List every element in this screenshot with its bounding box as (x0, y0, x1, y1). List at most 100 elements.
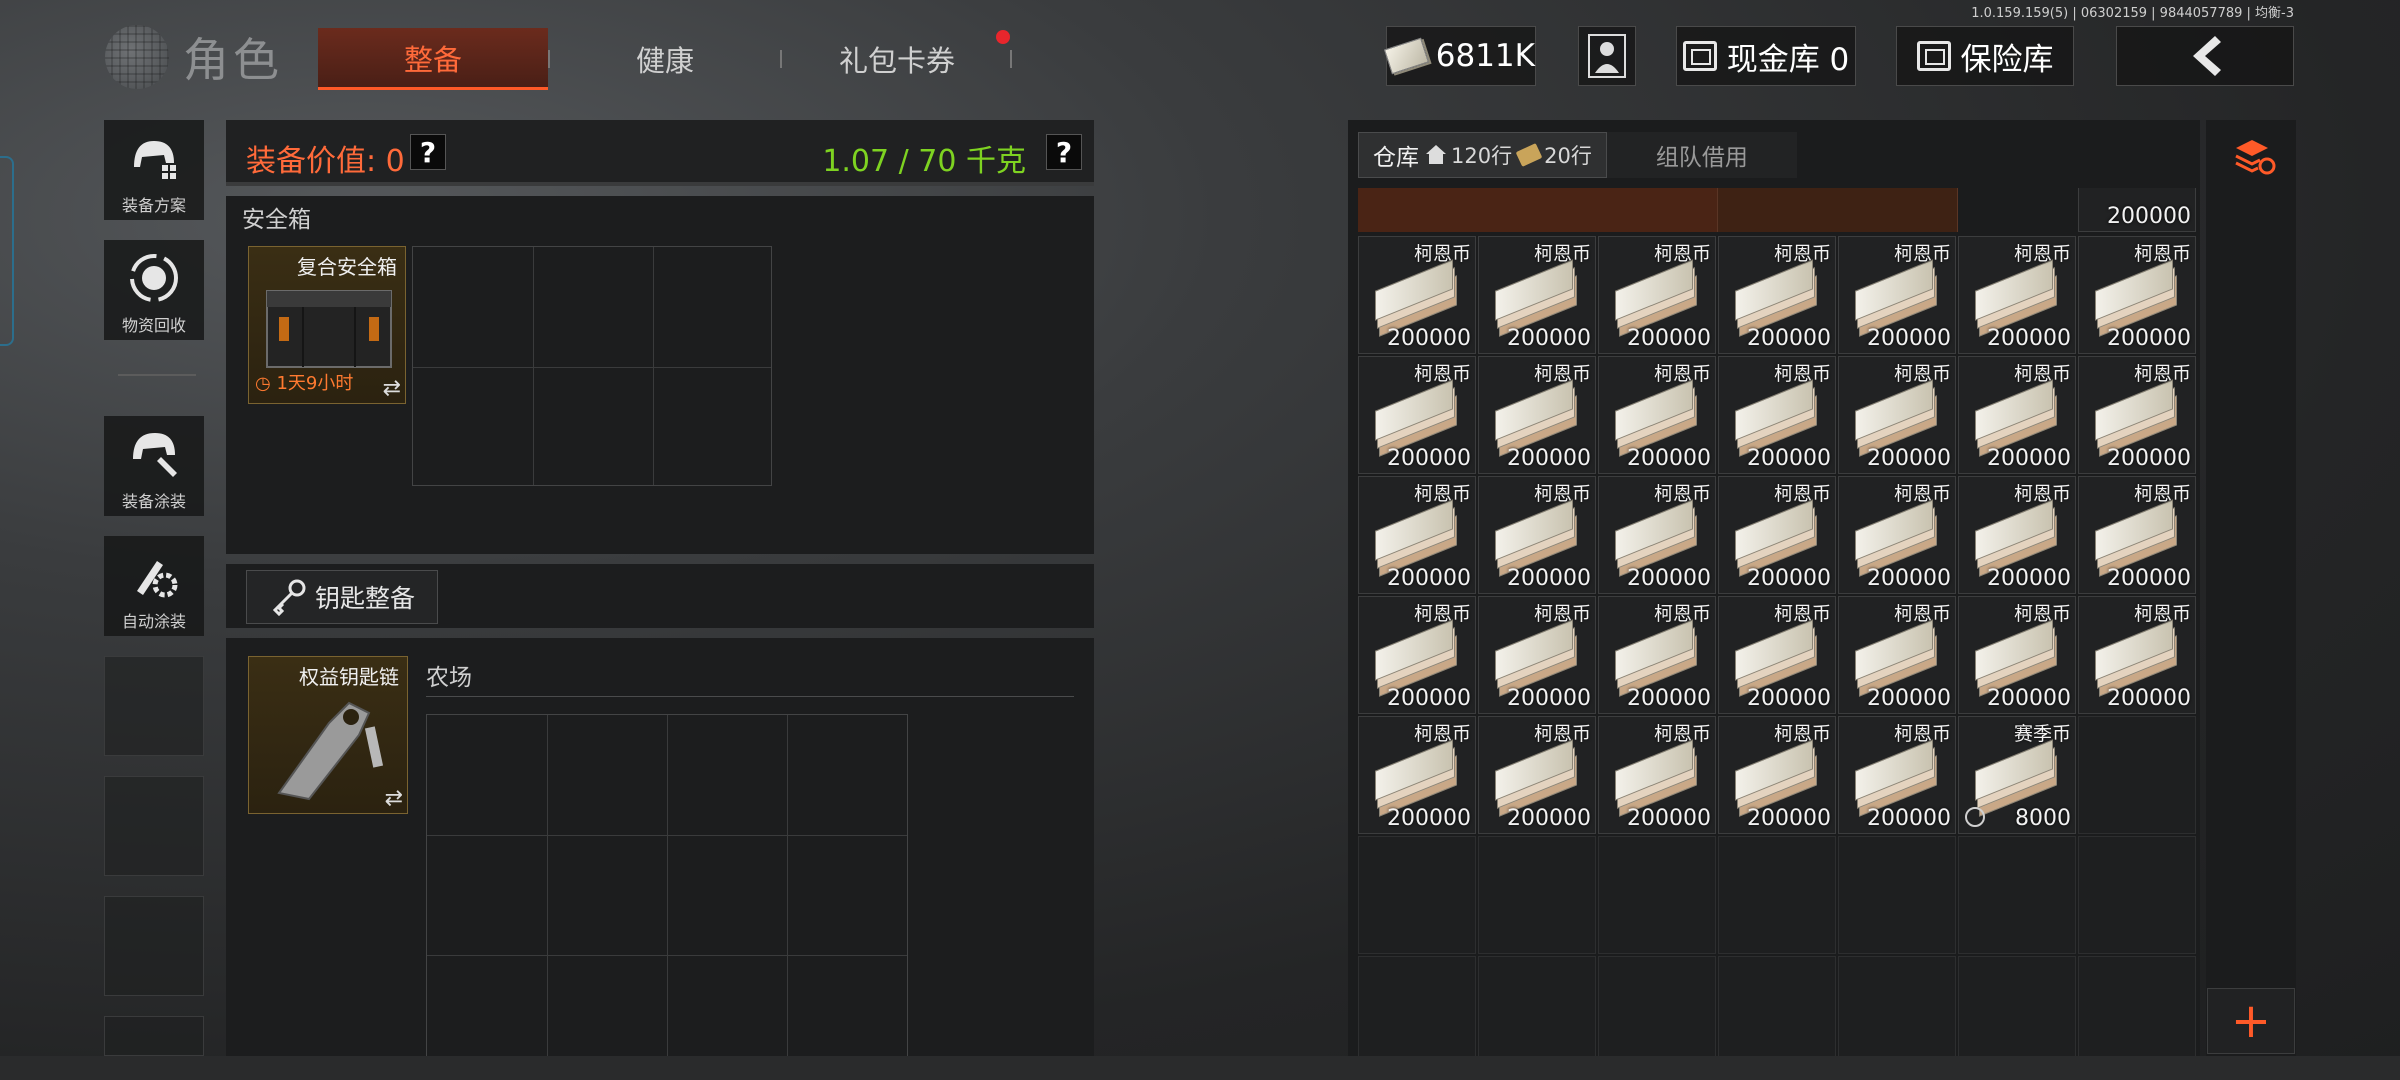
warehouse-item[interactable]: 柯恩币 200000 (2078, 356, 2196, 474)
item-amount: 200000 (2107, 326, 2191, 351)
empty-slot (1838, 836, 1956, 954)
item-amount: 200000 (1987, 446, 2071, 471)
cash-stack-icon (2089, 259, 2179, 337)
key-equip-button[interactable]: 钥匙整备 (246, 570, 438, 624)
item-name: 柯恩币 (2013, 603, 2071, 625)
warehouse-item[interactable]: 柯恩币 200000 (1598, 356, 1716, 474)
partial-item[interactable]: 200000 (2078, 188, 2196, 232)
tab-gift-vouchers[interactable]: 礼包卡券 (782, 28, 1012, 90)
rail-label: 自动涂装 (121, 612, 186, 631)
safe-vault-button[interactable]: 保险库 (1896, 26, 2074, 86)
cash-vault-button[interactable]: 现金库 0 (1676, 26, 1856, 86)
warehouse-item[interactable]: 柯恩币 200000 (1358, 476, 1476, 594)
equip-value-help-button[interactable]: ? (410, 134, 446, 170)
warehouse-item[interactable]: 柯恩币 200000 (2078, 236, 2196, 354)
warehouse-item[interactable]: 柯恩币 200000 (2078, 476, 2196, 594)
rail-empty-slot (104, 1016, 204, 1056)
item-name: 柯恩币 (1893, 603, 1951, 625)
warehouse-item[interactable]: 柯恩币 200000 (1718, 716, 1836, 834)
empty-slot (1718, 836, 1836, 954)
item-name: 柯恩币 (2133, 363, 2191, 385)
cash-stack-icon (1849, 499, 1939, 577)
cash-stack-icon (1489, 499, 1579, 577)
tab-team-borrow[interactable]: 组队借用 (1606, 132, 1797, 178)
item-amount: 200000 (1867, 326, 1951, 351)
item-amount: 200000 (1867, 806, 1951, 831)
warehouse-item[interactable]: 柯恩币 200000 (1478, 476, 1596, 594)
warehouse-item[interactable]: 柯恩币 200000 (1478, 716, 1596, 834)
warehouse-item[interactable]: 柯恩币 200000 (1838, 476, 1956, 594)
tab-health[interactable]: 健康 (550, 28, 780, 90)
warehouse-item[interactable]: 柯恩币 200000 (1958, 596, 2076, 714)
warehouse-item[interactable]: 柯恩币 200000 (1358, 356, 1476, 474)
warehouse-item[interactable]: 柯恩币 200000 (1718, 596, 1836, 714)
warehouse-item[interactable]: 柯恩币 200000 (1958, 476, 2076, 594)
warehouse-item[interactable]: 柯恩币 200000 (1838, 716, 1956, 834)
warehouse-item[interactable]: 柯恩币 200000 (1598, 596, 1716, 714)
key-panel: 权益钥匙链 ⇄ 农场 (226, 638, 1094, 1058)
item-name: 柯恩币 (1773, 483, 1831, 505)
item-name: 柯恩币 (1893, 483, 1951, 505)
swap-icon[interactable]: ⇄ (383, 376, 401, 401)
warehouse-item[interactable]: 柯恩币 200000 (1958, 236, 2076, 354)
swap-icon[interactable]: ⇄ (385, 786, 403, 811)
warehouse-item[interactable]: 柯恩币 200000 (1718, 356, 1836, 474)
rail-equip-plans[interactable]: 装备方案 (104, 120, 204, 220)
item-name: 柯恩币 (1533, 363, 1591, 385)
warehouse-item[interactable]: 柯恩币 200000 (1358, 596, 1476, 714)
item-amount: 200000 (1387, 686, 1471, 711)
warehouse-item[interactable]: 柯恩币 200000 (2078, 596, 2196, 714)
sort-refresh-icon[interactable] (2232, 134, 2276, 178)
tab-divider (1010, 50, 1012, 68)
keychain-slot[interactable]: 权益钥匙链 ⇄ (248, 656, 408, 814)
warehouse-item[interactable]: 柯恩币 200000 (1358, 236, 1476, 354)
add-button[interactable]: + (2207, 988, 2295, 1054)
rail-equip-paint[interactable]: 装备涂装 (104, 416, 204, 516)
weight-help-button[interactable]: ? (1046, 134, 1082, 170)
warehouse-item[interactable]: 赛季币 8000 (1958, 716, 2076, 834)
safe-box-slot[interactable]: 复合安全箱 ◷ 1天9小时 ⇄ (248, 246, 406, 404)
partial-item[interactable] (1358, 188, 1718, 232)
rail-recycle[interactable]: 物资回收 (104, 240, 204, 340)
warehouse-side-bar: + (2206, 120, 2296, 1058)
cash-stack-icon (1849, 739, 1939, 817)
warehouse-item[interactable]: 柯恩币 200000 (1598, 236, 1716, 354)
warehouse-item[interactable]: 柯恩币 200000 (1478, 356, 1596, 474)
warehouse-item[interactable]: 柯恩币 200000 (1958, 356, 2076, 474)
item-name: 柯恩币 (2133, 483, 2191, 505)
back-button[interactable] (2116, 26, 2294, 86)
currency-display[interactable]: 6811K (1383, 26, 1536, 86)
cash-stack-icon (1609, 259, 1699, 337)
keychain-icon (277, 701, 384, 801)
agent-button[interactable] (1578, 26, 1636, 86)
empty-slot (1958, 956, 2076, 1058)
warehouse-item[interactable]: 柯恩币 200000 (1358, 716, 1476, 834)
warehouse-item[interactable]: 柯恩币 200000 (1838, 356, 1956, 474)
rail-divider (118, 374, 196, 376)
partial-item[interactable] (1718, 188, 1958, 232)
warehouse-item[interactable]: 柯恩币 200000 (1718, 476, 1836, 594)
cash-stack-icon (1969, 259, 2059, 337)
clock-icon: ◷ (255, 373, 271, 394)
warehouse-item[interactable]: 柯恩币 200000 (1838, 596, 1956, 714)
item-name: 柯恩币 (1413, 723, 1471, 745)
warehouse-item[interactable]: 柯恩币 200000 (1598, 716, 1716, 834)
warehouse-item[interactable]: 柯恩币 200000 (1718, 236, 1836, 354)
warehouse-item[interactable]: 柯恩币 200000 (1838, 236, 1956, 354)
rail-empty-slot (104, 776, 204, 876)
tab-warehouse[interactable]: 仓库 120行 20行 (1358, 132, 1607, 178)
page-title: 角色 (183, 33, 283, 87)
tab-equip[interactable]: 整备 (318, 28, 548, 90)
cash-stack-icon (1729, 259, 1819, 337)
empty-slot (1598, 836, 1716, 954)
empty-slot (1478, 836, 1596, 954)
warehouse-item[interactable]: 柯恩币 200000 (1598, 476, 1716, 594)
item-name: 柯恩币 (1533, 723, 1591, 745)
warehouse-item[interactable]: 柯恩币 200000 (1478, 596, 1596, 714)
empty-slot (2078, 836, 2196, 954)
item-name: 赛季币 (2013, 723, 2071, 745)
side-drawer-tab[interactable] (0, 156, 14, 346)
rail-auto-paint[interactable]: 自动涂装 (104, 536, 204, 636)
item-name: 柯恩币 (2013, 363, 2071, 385)
warehouse-item[interactable]: 柯恩币 200000 (1478, 236, 1596, 354)
